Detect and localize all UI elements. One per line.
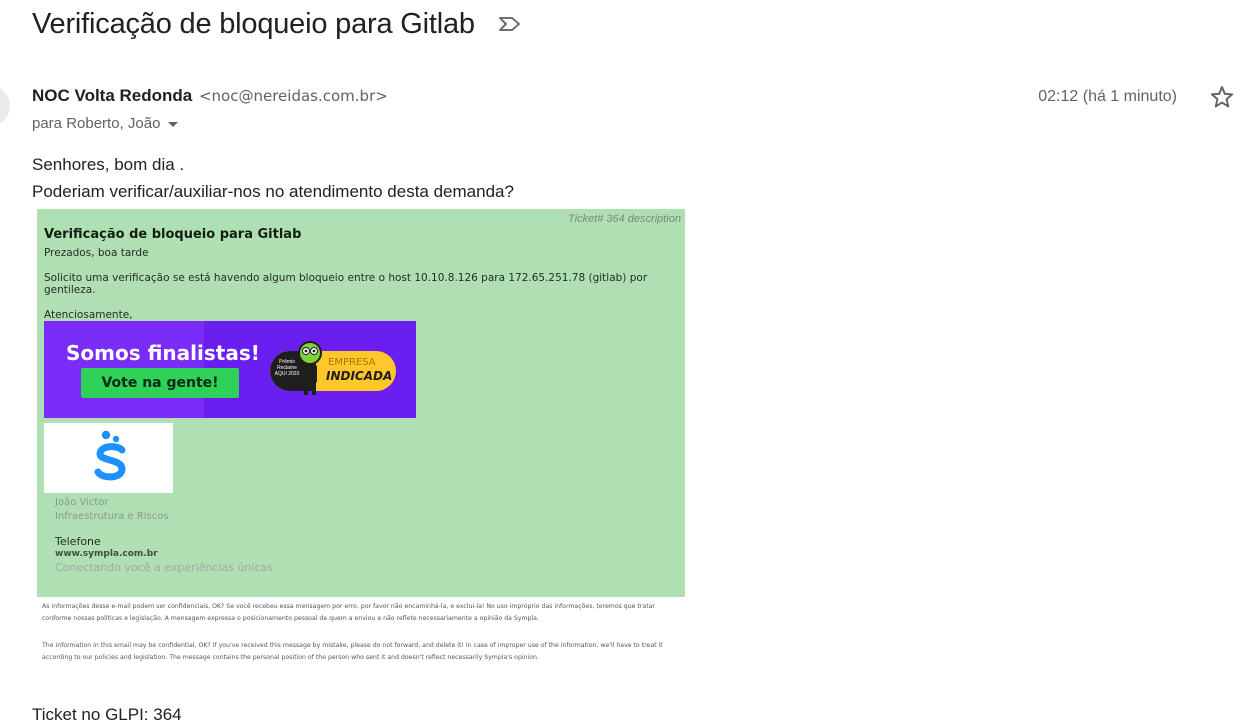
disclaimer-pt-1: As informações desse e-mail podem ser co…: [42, 603, 655, 610]
banner-headline: Somos finalistas!: [66, 341, 260, 365]
signature-block: João Victor Infraestrutura e Riscos: [55, 496, 169, 524]
signature-tagline: Conectando você a experiências únicas: [55, 561, 273, 574]
sender-name[interactable]: NOC Volta Redonda: [32, 86, 192, 105]
body-request: Poderiam verificar/auxiliar-nos no atend…: [32, 182, 514, 201]
email-time: 02:12 (há 1 minuto): [1038, 88, 1177, 105]
email-subject: Verificação de bloqueio para Gitlab: [32, 7, 475, 40]
ticket-label: Ticket# 364 description: [567, 213, 681, 225]
disclaimer-en-1: The information in this email may be con…: [42, 642, 663, 649]
sender-email: <noc@nereidas.com.br>: [198, 87, 388, 105]
badge-indicada: INDICADA: [326, 369, 393, 383]
signature-website[interactable]: www.sympla.com.br: [55, 549, 158, 559]
ticket-footer: Ticket no GLPI: 364: [32, 705, 182, 724]
disclaimer-pt-2: conforme nossas políticas e legislação. …: [42, 615, 539, 622]
ticket-closing: Atenciosamente,: [44, 309, 133, 321]
mascot-icon: [298, 341, 322, 395]
recipients-text: para Roberto, João: [32, 115, 161, 132]
sender-row: NOC Volta Redonda <noc@nereidas.com.br>: [32, 85, 388, 107]
badge-empresa: EMPRESA: [328, 357, 376, 368]
recipients-toggle[interactable]: para Roberto, João: [32, 115, 179, 132]
importance-marker-icon[interactable]: [497, 14, 523, 34]
signature-name: João Victor: [55, 497, 109, 508]
ticket-title: Verificação de bloqueio para Gitlab: [44, 227, 302, 242]
finalist-banner[interactable]: Somos finalistas! Vote na gente! Prêmio …: [44, 321, 416, 418]
sympla-logo-icon: [94, 430, 126, 481]
ticket-request-line-2: gentileza.: [44, 284, 96, 296]
ticket-greeting: Prezados, boa tarde: [44, 247, 149, 259]
signature-department: Infraestrutura e Riscos: [55, 511, 169, 522]
ticket-request-line-1: Solicito uma verificação se está havendo…: [44, 272, 648, 284]
subject-row: Verificação de bloqueio para Gitlab: [32, 4, 523, 44]
body-greeting: Senhores, bom dia .: [32, 155, 185, 174]
sender-avatar[interactable]: [0, 86, 10, 126]
ticket-description-card: Ticket# 364 description Verificação de b…: [37, 209, 685, 666]
chevron-down-icon[interactable]: [168, 122, 179, 127]
vote-button[interactable]: Vote na gente!: [81, 368, 239, 398]
disclaimer-box: As informações desse e-mail podem ser co…: [37, 597, 685, 666]
sympla-logo: [44, 423, 173, 493]
disclaimer-en-2: according to our policies and legislatio…: [42, 654, 539, 661]
indicada-badge: Prêmio Reclame AQUI 2020 EMPRESA INDICAD…: [270, 351, 396, 391]
signature-phone-label: Telefone: [55, 535, 101, 548]
star-icon[interactable]: [1209, 84, 1235, 110]
